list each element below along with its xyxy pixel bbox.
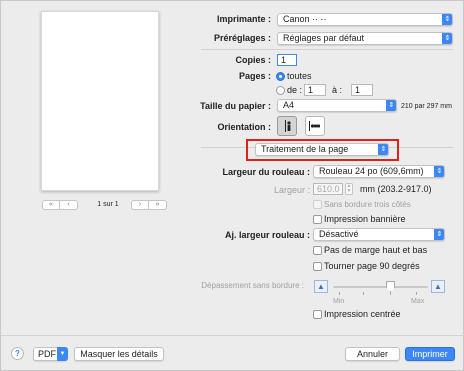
popup-arrow-icon: ⇕ [442,14,452,25]
roll-width-value: Rouleau 24 po (609,6mm) [319,166,424,176]
slider-tick [390,292,391,295]
borderless-three-checkbox [313,200,322,209]
popup-arrow-icon: ⇕ [434,229,444,240]
popup-arrow-icon: ⇕ [386,100,396,111]
fit-roll-label: Aj. largeur rouleau : [224,230,310,240]
overflow-max-icon: ▲ [431,280,445,293]
fit-roll-value: Désactivé [319,229,359,239]
rotate-label: Tourner page 90 degrés [324,261,420,271]
printer-label: Imprimante : [216,14,271,24]
last-page-button[interactable]: » [149,200,167,210]
rotate-checkbox[interactable] [313,262,322,271]
width-stepper: ▲ ▼ [345,183,353,195]
popup-arrow-icon: ⇕ [434,166,444,177]
banner-label: Impression bannière [324,214,406,224]
separator [201,49,453,50]
banner-checkbox[interactable] [313,215,322,224]
previous-page-button[interactable]: ‹ [60,200,78,210]
overflow-max-label: Max [411,298,425,305]
no-margin-label: Pas de marge haut et bas [324,245,428,255]
copies-input[interactable]: 1 [277,54,297,66]
presets-label: Préréglages : [213,33,271,43]
width-input: 610.0 [313,183,343,195]
paper-size-value: A4 [283,100,295,110]
paper-dimensions: 210 par 297 mm [401,103,452,110]
overflow-min-icon: ▲ [314,280,328,293]
footer-separator [1,335,464,336]
pdf-button[interactable]: PDF ▼ [33,347,68,361]
popup-arrow-icon: ⇕ [442,33,452,44]
slider-tick [363,292,364,295]
presets-value: Réglages par défaut [283,33,365,43]
hide-details-button[interactable]: Masquer les détails [74,347,164,361]
copies-label: Copies : [235,55,271,65]
printer-popup[interactable]: Canon ·· ·· ⇕ [277,13,453,26]
pages-range-radio[interactable] [276,86,285,95]
help-icon[interactable]: ? [11,347,24,360]
preview-nav-right: › » [131,200,167,212]
borderless-three-label: Sans bordure trois côtés [324,200,411,209]
width-unit: mm (203.2-917.0) [360,184,432,194]
pages-label: Pages : [238,71,271,81]
pages-to-input[interactable]: 1 [351,84,373,96]
preview-nav-left: « ‹ [42,200,78,212]
first-page-button[interactable]: « [42,200,60,210]
orientation-label: Orientation : [217,122,272,132]
roll-width-popup[interactable]: Rouleau 24 po (609,6mm) ⇕ [313,165,445,178]
centered-checkbox[interactable] [313,310,322,319]
no-margin-checkbox[interactable] [313,246,322,255]
pages-all-radio[interactable] [276,72,285,81]
fit-roll-popup[interactable]: Désactivé ⇕ [313,228,445,241]
printer-value: Canon ·· ·· [283,14,327,24]
overflow-label: Dépassement sans bordure : [201,281,304,290]
chevron-down-icon: ▼ [57,347,68,361]
landscape-icon[interactable] [305,116,325,136]
roll-width-label: Largeur du rouleau : [222,167,310,177]
width-label: Largeur : [273,185,310,195]
overflow-min-label: Min [333,298,345,305]
page-preview [41,11,159,191]
pages-all-label: toutes [287,71,312,81]
paper-size-label: Taille du papier : [200,101,271,111]
print-button[interactable]: Imprimer [405,347,455,361]
presets-popup[interactable]: Réglages par défaut ⇕ [277,32,453,45]
pages-from-label: de : [287,85,303,95]
pdf-label: PDF [38,349,56,359]
overflow-slider-knob[interactable] [386,281,395,292]
cancel-button[interactable]: Annuler [345,347,400,361]
print-dialog: « ‹ 1 sur 1 › » Imprimante : Canon ·· ··… [0,0,464,371]
pages-from-input[interactable]: 1 [304,84,326,96]
portrait-icon[interactable] [277,116,297,136]
paper-size-popup[interactable]: A4 ⇕ [277,99,397,112]
centered-label: Impression centrée [324,309,401,319]
next-page-button[interactable]: › [131,200,149,210]
overflow-slider-track[interactable] [333,286,428,288]
page-counter: 1 sur 1 [97,201,119,208]
pages-to-label: à : [332,85,343,95]
highlight-box [246,139,399,161]
